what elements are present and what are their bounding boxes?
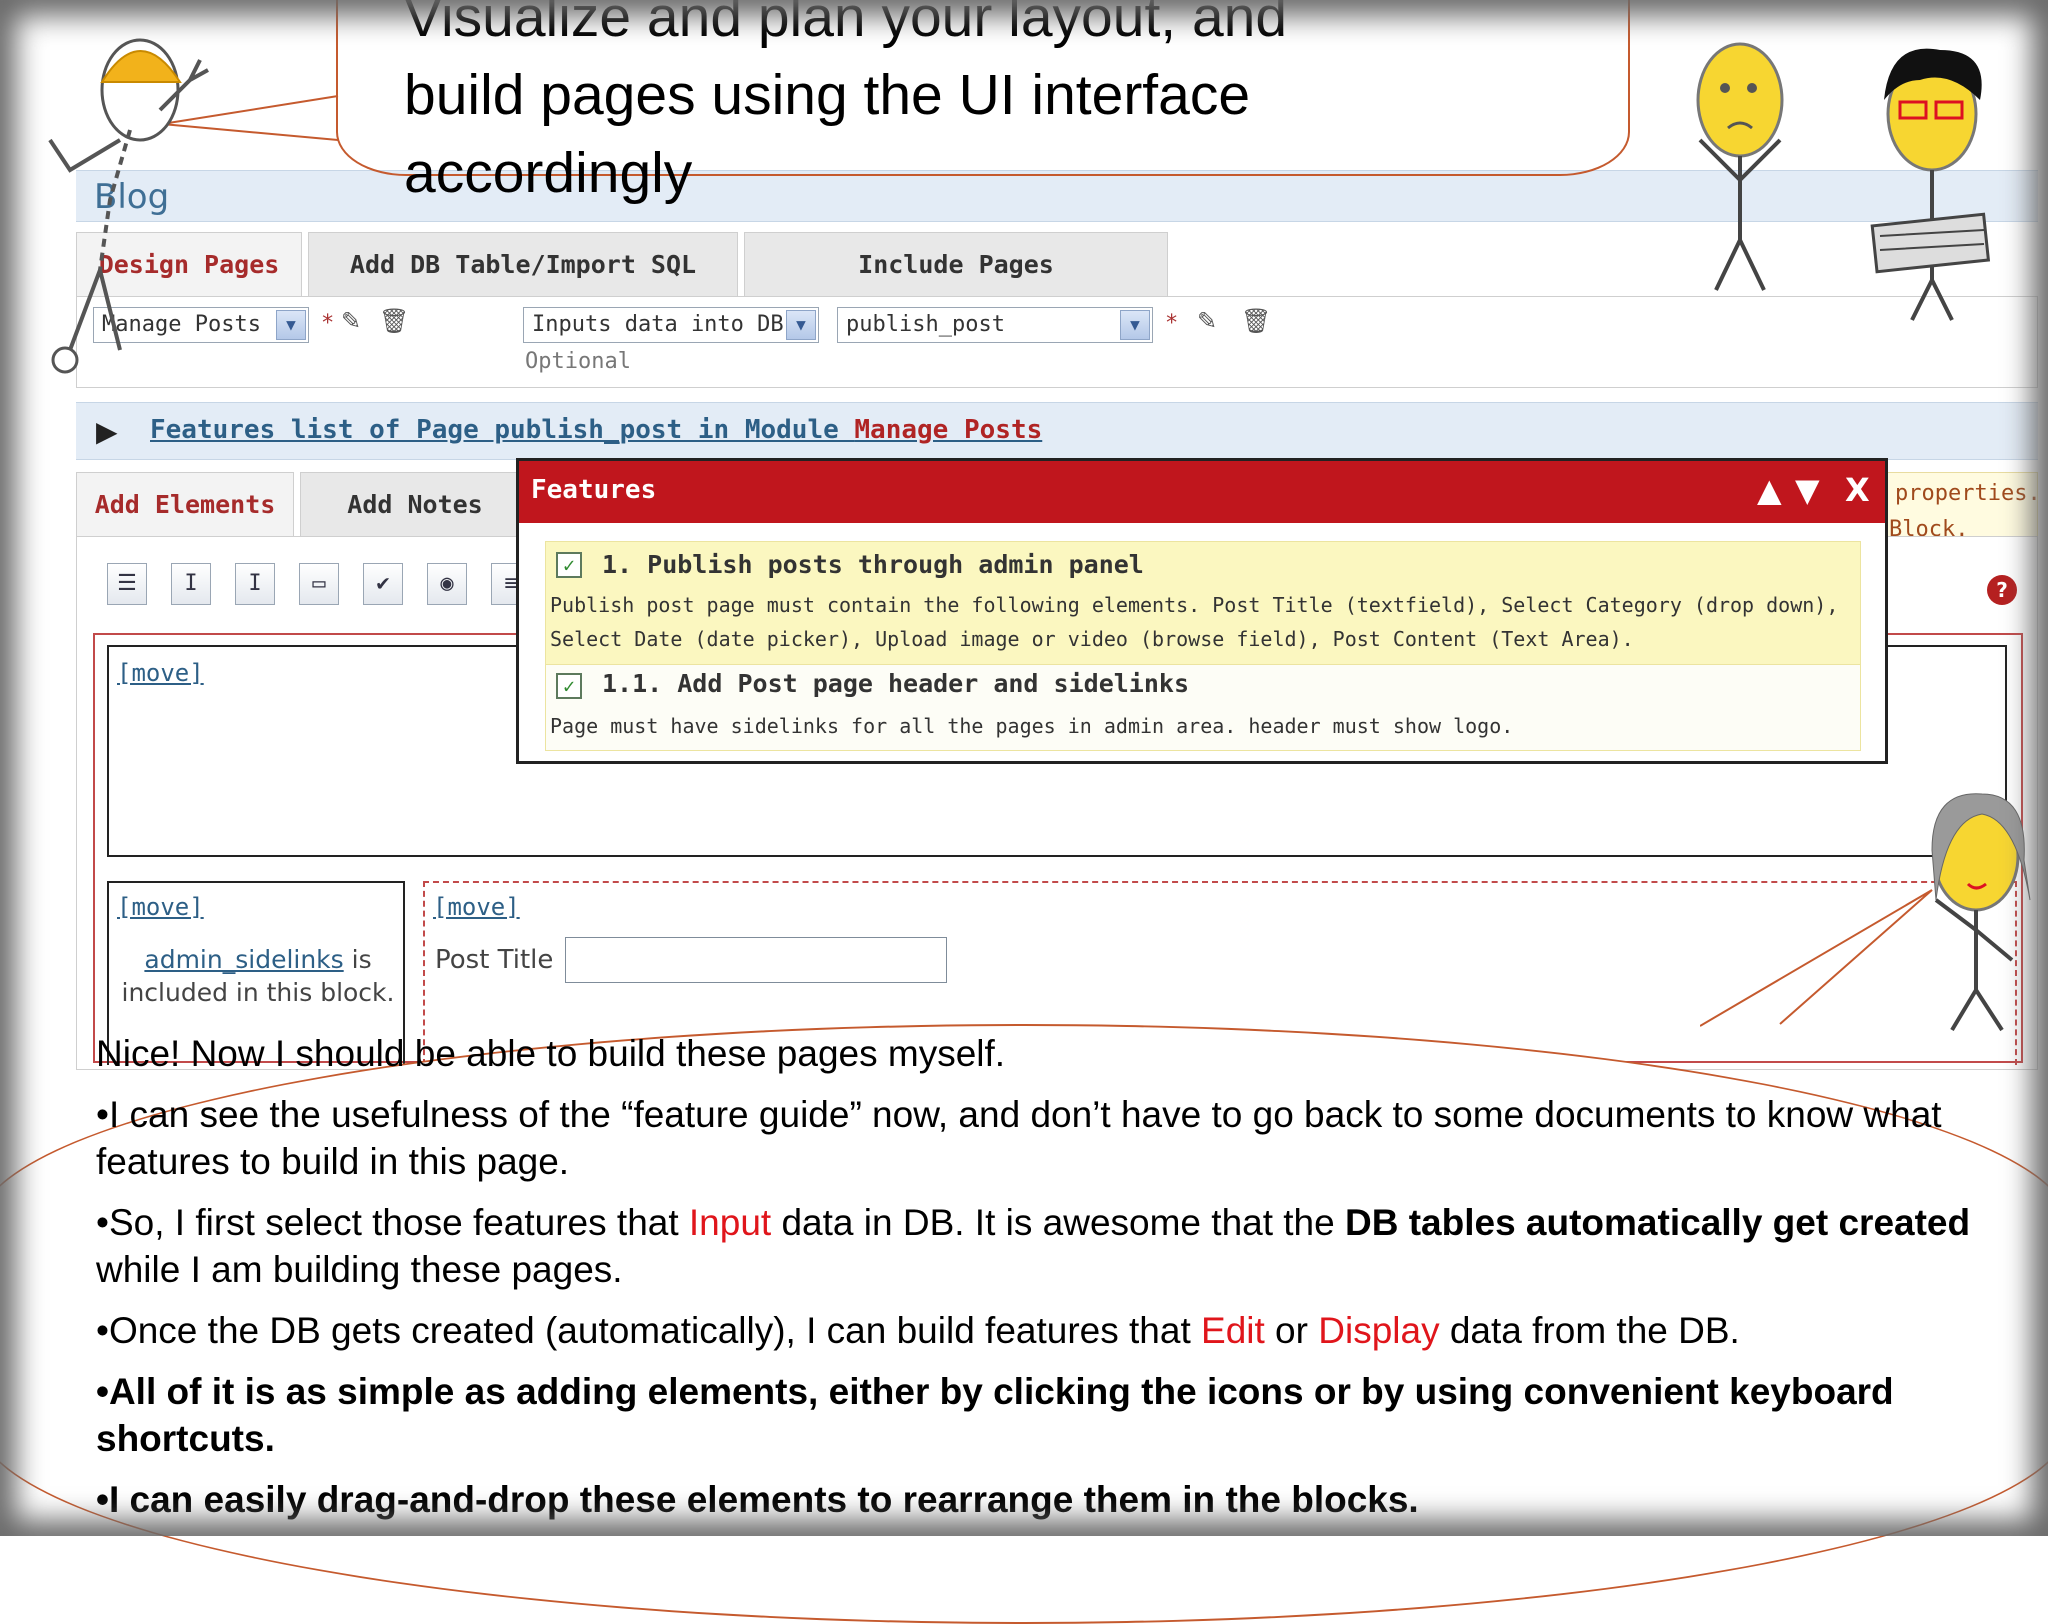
speaker-figure-icon (1931, 793, 2031, 1032)
element-tabs: Add Elements Add Notes (76, 472, 530, 536)
tab-add-db-table[interactable]: Add DB Table/Import SQL (308, 232, 738, 296)
page-select[interactable]: publish_post ▼ (837, 307, 1153, 343)
popup-header: Features ▲ ▼ X (519, 461, 1885, 523)
admin-sidelinks-link[interactable]: admin_sidelinks (144, 945, 343, 974)
feature-title: 1. Publish posts through admin panel (602, 550, 1144, 579)
callout-top-text: Visualize and plan your layout, and buil… (404, 0, 1288, 205)
programmer-figure-icon (1870, 48, 1991, 321)
tab-include-pages[interactable]: Include Pages (744, 232, 1168, 296)
feature-desc-line: Select Date (date picker), Upload image … (550, 627, 1634, 651)
form-icon[interactable]: ☰ (107, 563, 147, 605)
feature-item: ✓ 1.1. Add Post page header and sidelink… (545, 665, 1861, 751)
callout-paragraph: •So, I first select those features that … (96, 1202, 1971, 1290)
textfield-icon[interactable]: I (171, 563, 211, 605)
expand-arrow-icon[interactable]: ▶ (96, 415, 118, 448)
move-up-icon[interactable]: ▲ (1757, 471, 1782, 509)
close-icon[interactable]: X (1845, 471, 1870, 509)
required-star: * (321, 311, 335, 336)
feature-item: ✓ 1. Publish posts through admin panel P… (545, 541, 1861, 665)
features-popup: Features ▲ ▼ X ✓ 1. Publish posts throug… (516, 458, 1888, 764)
post-title-input[interactable] (565, 937, 947, 983)
delete-icon[interactable]: 🗑 (1241, 307, 1271, 335)
features-list-bar: ▶ Features list of Page publish_post in … (76, 402, 2038, 460)
checkbox-icon[interactable]: ✔ (363, 563, 403, 605)
callout-paragraph: Nice! Now I should be able to build thes… (96, 1033, 1006, 1074)
callout-paragraph: •I can easily drag-and-drop these elemen… (96, 1479, 1419, 1520)
features-list-link[interactable]: Features list of Page publish_post in Mo… (150, 415, 1042, 445)
radio-icon[interactable]: ◉ (427, 563, 467, 605)
chevron-down-icon: ▼ (276, 310, 306, 340)
move-down-icon[interactable]: ▼ (1795, 471, 1820, 509)
move-handle[interactable]: [move] (433, 893, 520, 921)
feature-desc-line: Page must have sidelinks for all the pag… (550, 714, 1514, 738)
required-star: * (1165, 311, 1179, 336)
builder-figure-icon (48, 38, 209, 374)
tab-add-notes[interactable]: Add Notes (300, 472, 530, 536)
design-tabs: Design Pages Add DB Table/Import SQL Inc… (76, 232, 1168, 296)
purpose-select[interactable]: Inputs data into DB ▼ (523, 307, 819, 343)
purpose-select-value: Inputs data into DB (532, 312, 784, 337)
chevron-down-icon: ▼ (786, 310, 816, 340)
dropdown-icon[interactable]: ▭ (299, 563, 339, 605)
callout-bottom-text: Nice! Now I should be able to build thes… (96, 1030, 1976, 1537)
move-handle[interactable]: [move] (117, 659, 204, 687)
move-handle[interactable]: [move] (117, 893, 204, 921)
feature-checkbox[interactable]: ✓ (556, 673, 582, 699)
feature-desc-line: Publish post page must contain the follo… (550, 593, 1839, 617)
edit-icon[interactable]: ✎ (1197, 307, 1217, 335)
callout-paragraph: •Once the DB gets created (automatically… (96, 1310, 1740, 1351)
tab-add-elements[interactable]: Add Elements (76, 472, 294, 536)
popup-title: Features (531, 475, 657, 505)
textarea-icon[interactable]: I (235, 563, 275, 605)
feature-title: 1.1. Add Post page header and sidelinks (602, 669, 1189, 698)
sidelinks-note: admin_sidelinks is included in this bloc… (121, 945, 395, 1007)
delete-icon[interactable]: 🗑 (379, 307, 409, 335)
callout-paragraph: •I can see the usefulness of the “featur… (96, 1094, 1942, 1182)
edit-icon[interactable]: ✎ (341, 307, 361, 335)
optional-label: Optional (525, 349, 631, 374)
chevron-down-icon: ▼ (1120, 310, 1150, 340)
worried-figure-icon (1696, 42, 1784, 291)
page-select-value: publish_post (846, 312, 1005, 337)
feature-checkbox[interactable]: ✓ (556, 552, 582, 578)
callout-paragraph: •All of it is as simple as adding elemen… (96, 1371, 1894, 1459)
post-title-label: Post Title (435, 945, 554, 975)
help-icon[interactable]: ? (1987, 575, 2017, 605)
